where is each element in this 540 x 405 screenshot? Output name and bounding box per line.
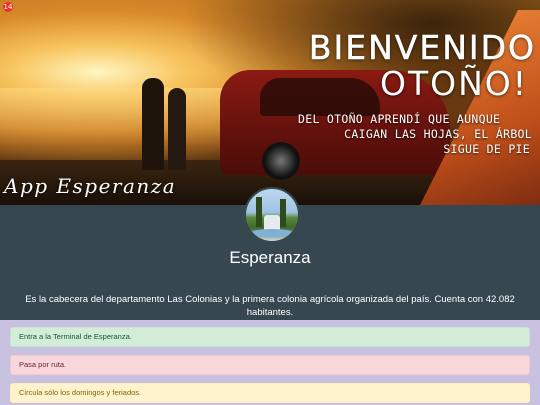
tagline-line2: CAIGAN LAS HOJAS, EL ÁRBOL [344,127,532,141]
avatar-palm [256,197,262,227]
tagline-line3: SIGUE DE PIE [443,142,530,156]
header-banner: BIENVENIDO OTOÑO! DEL OTOÑO APRENDÍ QUE … [0,0,540,205]
alert-warning: Circula sólo los domingos y feriados. [10,383,530,403]
avatar-pool [250,229,294,237]
city-name: Esperanza [229,248,311,267]
alert-danger: Pasa por ruta. [10,355,530,375]
banner-title-line2: OTOÑO! [380,64,528,103]
banner-person [142,78,164,170]
banner-title-line1: BIENVENIDO [308,28,536,67]
app-name: App Esperanza [4,174,177,198]
alert-success: Entra a la Terminal de Esperanza. [10,327,530,347]
avatar-palm [280,199,286,227]
banner-tagline: DEL OTOÑO APRENDÍ QUE AUNQUE CAIGAN LAS … [292,112,532,157]
city-avatar [244,187,300,243]
city-description: Es la cabecera del departamento Las Colo… [25,294,515,318]
banner-person [168,88,186,170]
notification-badge[interactable]: 14 [3,2,13,12]
tagline-line1: DEL OTOÑO APRENDÍ QUE AUNQUE [298,112,501,126]
